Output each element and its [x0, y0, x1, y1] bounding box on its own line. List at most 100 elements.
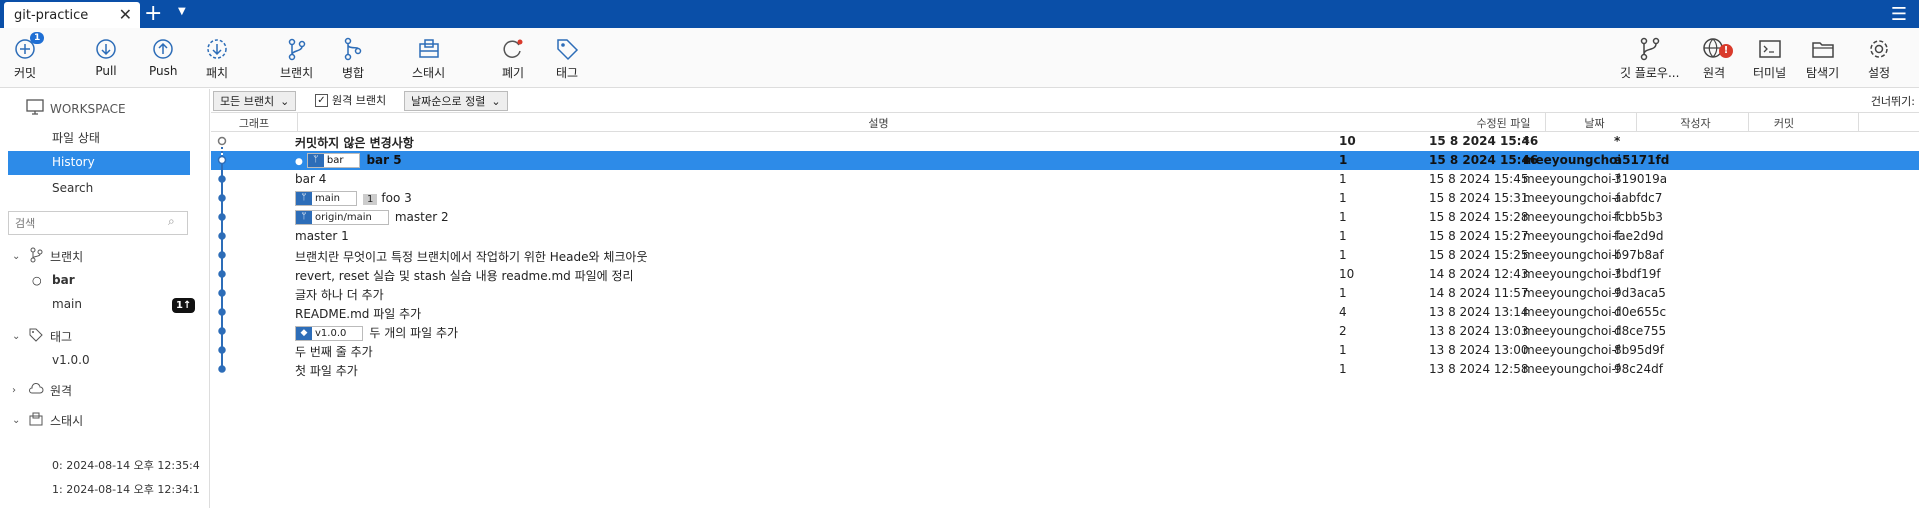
col-date[interactable]: 날짜	[1547, 115, 1642, 131]
sidebar-branch-main[interactable]: main	[52, 297, 82, 311]
sidebar: WORKSPACE 파일 상태 History Search ⌕ ⌄ 브랜치 ○…	[0, 89, 210, 508]
graph-node[interactable]	[218, 289, 226, 297]
menu-icon[interactable]: ☰	[1891, 4, 1907, 25]
table-row[interactable]: 두 번째 줄 추가113 8 2024 13:00meeyoungchoi-fr…	[211, 341, 1919, 360]
terminal-button[interactable]: 터미널	[1753, 36, 1786, 81]
table-row[interactable]: 첫 파일 추가113 8 2024 12:58meeyoungchoi-frc9…	[211, 360, 1919, 379]
sidebar-tag-item[interactable]: v1.0.0	[52, 353, 90, 367]
table-row[interactable]: 글자 하나 더 추가 1 14 8 2024 11:57 meeyoungchoi-f…	[211, 284, 1919, 303]
explorer-button[interactable]: 탐색기	[1806, 36, 1839, 81]
chevron-down-icon: ⌄	[12, 331, 21, 342]
stashes-section[interactable]: ⌄ 스태시	[12, 411, 83, 430]
gitflow-button[interactable]: 깃 플로우...	[1620, 36, 1679, 81]
table-row[interactable]: bar 4115 8 2024 15:45meeyoungchoi-frc319…	[211, 170, 1919, 189]
table-row[interactable]: revert, reset 실습 및 stash 실습 내용 readme.md…	[211, 265, 1919, 284]
table-row[interactable]: 브랜치란 무엇이고 특정 브랜치에서 작업하기 위한 Heade와 체크아웃 1 1…	[211, 246, 1919, 265]
column-divider[interactable]	[1636, 113, 1637, 132]
branches-section[interactable]: ⌄ 브랜치	[12, 247, 83, 266]
settings-button[interactable]: 설정	[1866, 36, 1892, 81]
graph-node[interactable]	[218, 308, 226, 316]
close-icon[interactable]: ✕	[119, 5, 132, 24]
table-row[interactable]: README.md 파일 추가 4 13 8 2024 13:14 meeyoungc…	[211, 303, 1919, 322]
graph-node[interactable]	[218, 270, 226, 278]
sidebar-stash-item[interactable]: 0: 2024-08-14 오후 12:35:4	[52, 457, 210, 473]
commit-message: 글자 하나 더 추가	[295, 288, 384, 302]
commit-message: 두 개의 파일 추가	[369, 326, 459, 340]
tag-label[interactable]: ◆ v1.0.0	[295, 326, 364, 341]
table-row[interactable]: ᛘ main 1 foo 3 1 15 8 2024 15:31 meeyoungchoi-…	[211, 189, 1919, 208]
commit-hash: 319019a	[1614, 172, 1668, 186]
column-divider[interactable]	[297, 113, 298, 132]
chevron-down-icon[interactable]: ▼	[178, 6, 186, 17]
search-icon: ⌕	[168, 214, 175, 228]
commit-button[interactable]: 1 커밋	[12, 32, 45, 81]
column-divider[interactable]	[1748, 113, 1749, 132]
commit-message: foo 3	[381, 191, 412, 205]
graph-node[interactable]	[217, 136, 227, 146]
graph-node[interactable]	[218, 175, 226, 183]
stashes-title: 스태시	[50, 414, 84, 428]
new-tab-icon[interactable]: +	[144, 2, 162, 26]
sort-dropdown[interactable]: 날짜순으로 정렬 ⌄	[404, 91, 508, 111]
branch-filter-dropdown[interactable]: 모든 브랜치 ⌄	[213, 91, 297, 111]
commit-author: meeyoungchoi-frc	[1523, 210, 1620, 224]
table-row[interactable]: 커밋하지 않은 변경사항 10 15 8 2024 15:46 * *	[211, 132, 1919, 151]
sidebar-item-search[interactable]: Search	[52, 181, 93, 195]
sidebar-item-file-status[interactable]: 파일 상태	[52, 129, 100, 146]
table-row[interactable]: master 1115 8 2024 15:27meeyoungchoi-frc…	[211, 227, 1919, 246]
ref-name: origin/main	[315, 212, 372, 223]
commit-message: 브랜치란 무엇이고 특정 브랜치에서 작업하기 위한 Heade와 체크아웃	[295, 250, 648, 264]
commit-message: 두 번째 줄 추가	[295, 345, 373, 359]
tab-git-practice[interactable]: git-practice ✕	[4, 2, 140, 28]
column-divider[interactable]	[1858, 113, 1859, 132]
commit-author: meeyoungchoi-frc	[1523, 362, 1620, 376]
commit-description: README.md 파일 추가	[295, 305, 1455, 322]
col-author[interactable]: 작성자	[1642, 115, 1749, 131]
sidebar-item-history[interactable]: History	[52, 155, 95, 169]
branch-button[interactable]: 브랜치	[280, 36, 313, 81]
remotes-section[interactable]: › 원격	[12, 381, 72, 400]
col-files[interactable]: 수정된 파일	[1460, 115, 1547, 131]
col-description[interactable]: 설명	[297, 115, 1460, 131]
graph-node[interactable]	[218, 232, 226, 240]
merge-button[interactable]: 병합	[340, 36, 366, 81]
col-commit[interactable]: 커밋	[1749, 115, 1819, 131]
branch-label[interactable]: ᛘ bar	[306, 153, 361, 168]
push-button[interactable]: Push	[149, 36, 178, 78]
terminal-icon	[1757, 36, 1783, 62]
graph-node[interactable]	[218, 346, 226, 354]
sidebar-branch-bar[interactable]: bar	[52, 273, 75, 287]
branch-label[interactable]: ᛘ main	[295, 191, 357, 206]
pull-button[interactable]: Pull	[93, 36, 119, 78]
table-row[interactable]: ◆ v1.0.0 두 개의 파일 추가 2 13 8 2024 13:03 meeyoun…	[211, 322, 1919, 341]
graph-node[interactable]	[218, 365, 226, 373]
checkmark-icon: ✓	[315, 93, 328, 107]
graph-node[interactable]	[217, 155, 227, 165]
chevron-down-icon: ⌄	[12, 415, 21, 426]
table-row[interactable]: ●ᛘbarbar 5115 8 2024 15:46meeyoungchoi-f…	[211, 151, 1919, 170]
sidebar-item-history-bg[interactable]	[8, 151, 190, 175]
table-row[interactable]: ᛘ origin/main master 2 1 15 8 2024 15:28 meey…	[211, 208, 1919, 227]
sidebar-search-input[interactable]	[8, 211, 188, 235]
modified-files-count: 10	[1339, 267, 1355, 281]
remote-button[interactable]: ! 원격	[1701, 36, 1733, 81]
graph-node[interactable]	[218, 251, 226, 259]
cloud-icon	[28, 381, 44, 400]
commit-author: meeyoungchoi-frc	[1523, 305, 1620, 319]
branch-label[interactable]: ᛘ origin/main	[295, 210, 389, 225]
graph-node[interactable]	[218, 213, 226, 221]
sidebar-stash-item[interactable]: 1: 2024-08-14 오후 12:34:1	[52, 481, 210, 497]
commit-message: bar 5	[366, 153, 402, 167]
stash-button[interactable]: 스태시	[412, 36, 445, 81]
graph-node[interactable]	[218, 327, 226, 335]
commit-message: README.md 파일 추가	[295, 307, 422, 321]
sort-value: 날짜순으로 정렬	[411, 95, 486, 108]
remote-branches-checkbox[interactable]: ✓ 원격 브랜치	[315, 92, 386, 108]
graph-node[interactable]	[218, 194, 226, 202]
tag-button[interactable]: 태그	[554, 36, 580, 81]
col-graph[interactable]: 그래프	[211, 115, 297, 131]
tags-section[interactable]: ⌄ 태그	[12, 327, 72, 346]
discard-button[interactable]: 폐기	[500, 36, 526, 81]
column-divider[interactable]	[1545, 113, 1546, 132]
fetch-button[interactable]: 패치	[204, 36, 230, 81]
